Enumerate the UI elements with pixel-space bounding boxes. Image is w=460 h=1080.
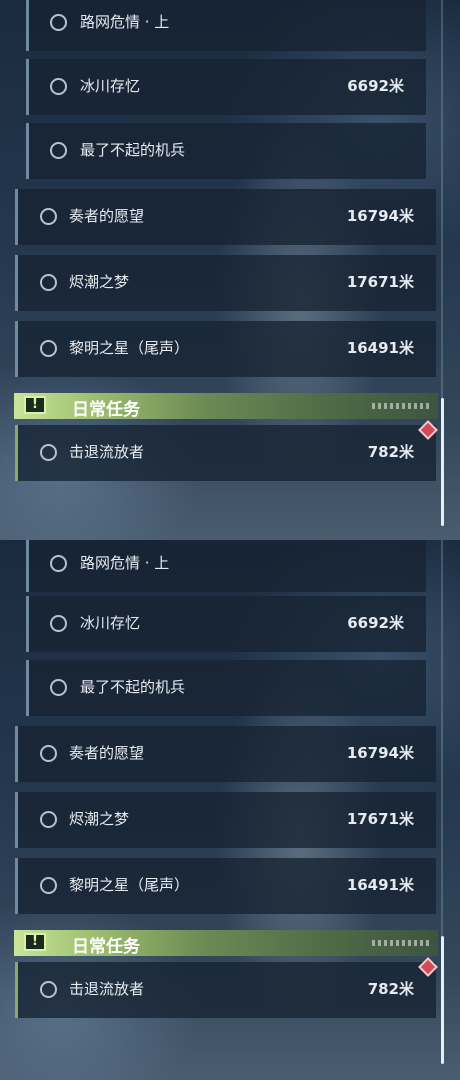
quest-status-circle-icon — [50, 14, 67, 31]
quest-panel-top: 路网危情 · 上 冰川存忆 6692米 最了不起的机兵 奏者的愿望 16794米… — [0, 0, 460, 540]
quest-name: 奏者的愿望 — [69, 744, 145, 762]
quest-distance: 17671米 — [346, 273, 414, 291]
quest-name: 黎明之星（尾声） — [69, 339, 190, 357]
quest-name: 路网危情 · 上 — [80, 554, 170, 572]
quest-name: 冰川存忆 — [80, 77, 141, 95]
quest-status-circle-icon — [50, 679, 67, 696]
quest-status-circle-icon — [40, 274, 57, 291]
quest-distance: 782米 — [367, 980, 414, 998]
quest-status-circle-icon — [40, 340, 57, 357]
daily-quests-header[interactable]: ! 日常任务 — [14, 393, 438, 420]
quest-status-circle-icon — [50, 142, 67, 159]
quest-item[interactable]: 路网危情 · 上 — [26, 0, 426, 51]
quest-distance: 16794米 — [346, 744, 414, 762]
quest-distance: 782米 — [367, 443, 414, 461]
quest-distance: 16794米 — [346, 207, 414, 225]
quest-status-circle-icon — [40, 981, 57, 998]
quest-status-circle-icon — [40, 444, 57, 461]
quest-distance: 6692米 — [347, 614, 404, 632]
scrollbar-thumb[interactable] — [441, 936, 444, 1064]
quest-status-circle-icon — [50, 555, 67, 572]
quest-distance: 6692米 — [347, 77, 404, 95]
scrollbar-thumb[interactable] — [441, 398, 444, 526]
header-decoration — [372, 403, 432, 409]
daily-quests-title: 日常任务 — [72, 400, 140, 420]
quest-name: 烬潮之梦 — [69, 273, 130, 291]
quest-name: 击退流放者 — [69, 443, 145, 461]
quest-status-circle-icon — [40, 811, 57, 828]
quest-name: 最了不起的机兵 — [80, 141, 186, 159]
quest-item[interactable]: 最了不起的机兵 — [26, 660, 426, 716]
quest-status-circle-icon — [50, 78, 67, 95]
exclamation-icon: ! — [24, 396, 46, 414]
quest-name: 击退流放者 — [69, 980, 145, 998]
quest-item[interactable]: 黎明之星（尾声） 16491米 — [15, 858, 436, 914]
quest-name: 最了不起的机兵 — [80, 678, 186, 696]
quest-item[interactable]: 路网危情 · 上 — [26, 540, 426, 592]
quest-name: 烬潮之梦 — [69, 810, 130, 828]
quest-item[interactable]: 黎明之星（尾声） 16491米 — [15, 321, 436, 377]
quest-name: 黎明之星（尾声） — [69, 876, 190, 894]
daily-quests-header[interactable]: ! 日常任务 — [14, 930, 438, 957]
quest-status-circle-icon — [40, 745, 57, 762]
quest-item[interactable]: 奏者的愿望 16794米 — [15, 726, 436, 782]
quest-item[interactable]: 奏者的愿望 16794米 — [15, 189, 436, 245]
daily-quest-item[interactable]: 击退流放者 782米 — [15, 962, 436, 1018]
quest-name: 奏者的愿望 — [69, 207, 145, 225]
quest-status-circle-icon — [40, 877, 57, 894]
quest-distance: 17671米 — [346, 810, 414, 828]
quest-item[interactable]: 最了不起的机兵 — [26, 123, 426, 179]
quest-item[interactable]: 烬潮之梦 17671米 — [15, 255, 436, 311]
daily-quest-item[interactable]: 击退流放者 782米 — [15, 425, 436, 481]
daily-quests-title: 日常任务 — [72, 937, 140, 957]
quest-item[interactable]: 冰川存忆 6692米 — [26, 596, 426, 652]
header-decoration — [372, 940, 432, 946]
exclamation-icon: ! — [24, 933, 46, 951]
quest-item[interactable]: 烬潮之梦 17671米 — [15, 792, 436, 848]
quest-status-circle-icon — [40, 208, 57, 225]
quest-distance: 16491米 — [346, 876, 414, 894]
quest-status-circle-icon — [50, 615, 67, 632]
quest-panel-bottom: 路网危情 · 上 冰川存忆 6692米 最了不起的机兵 奏者的愿望 16794米… — [0, 540, 460, 1080]
quest-item[interactable]: 冰川存忆 6692米 — [26, 59, 426, 115]
quest-distance: 16491米 — [346, 339, 414, 357]
quest-name: 冰川存忆 — [80, 614, 141, 632]
quest-name: 路网危情 · 上 — [80, 13, 170, 31]
